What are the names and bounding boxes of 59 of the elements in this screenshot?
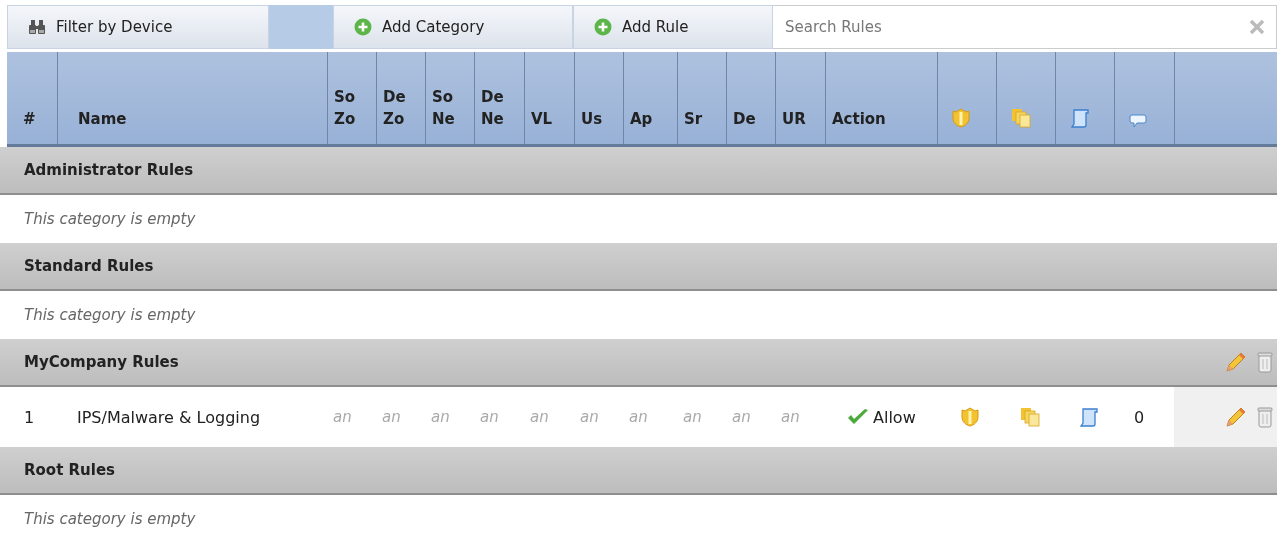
table-cell-text: an: [780, 408, 801, 426]
filter-button[interactable]: Filter by Device: [7, 5, 269, 49]
document-icon: [1070, 108, 1090, 128]
column-header[interactable]: De: [726, 52, 775, 144]
column-header[interactable]: VL: [524, 52, 574, 144]
document-icon: [1079, 407, 1099, 427]
trash-icon[interactable]: [1257, 351, 1273, 373]
table-cell-text: an: [579, 408, 600, 426]
table-cell-text: an: [731, 408, 752, 426]
copy-icon: [1020, 407, 1040, 427]
binoculars-icon: [28, 19, 46, 35]
category-row[interactable]: Root Rules: [0, 447, 1277, 495]
pencil-icon[interactable]: [1225, 406, 1247, 428]
toolbar-spacer: [269, 5, 333, 49]
category-row[interactable]: Administrator Rules: [0, 147, 1277, 195]
table-cell-text: an: [628, 408, 649, 426]
table-cell-text: an: [332, 408, 353, 426]
comment-count: 0: [1133, 407, 1146, 427]
table-cell-text: IPS/Malware & Logging: [76, 407, 262, 427]
add-category-button[interactable]: Add Category: [333, 5, 573, 49]
column-header[interactable]: Action: [825, 52, 937, 144]
column-header[interactable]: Ap: [623, 52, 677, 144]
speech-bubble-icon: [1129, 114, 1147, 128]
column-header[interactable]: Us: [574, 52, 623, 144]
category-title: MyCompany Rules: [23, 353, 179, 371]
table-cell-text: an: [430, 408, 451, 426]
column-header[interactable]: Name: [57, 52, 327, 144]
pencil-icon[interactable]: [1225, 351, 1247, 373]
column-header[interactable]: De Ne: [474, 52, 524, 144]
copy-icon: [1011, 108, 1031, 128]
category-row[interactable]: MyCompany Rules: [0, 339, 1277, 387]
category-title: Standard Rules: [23, 257, 154, 275]
add-rule-button[interactable]: Add Rule: [573, 5, 773, 49]
column-header[interactable]: So Ne: [425, 52, 474, 144]
table-cell-text: an: [682, 408, 703, 426]
table-cell-text: 1: [23, 407, 36, 427]
column-header[interactable]: De Zo: [376, 52, 425, 144]
column-header[interactable]: UR: [775, 52, 825, 144]
column-header[interactable]: #: [7, 52, 57, 144]
empty-note: This category is empty: [23, 306, 196, 324]
close-icon[interactable]: [1249, 19, 1265, 35]
shield-icon: [952, 108, 970, 128]
shield-icon: [961, 407, 979, 427]
plus-circle-icon: [354, 18, 372, 36]
column-header[interactable]: Sr: [677, 52, 726, 144]
column-header[interactable]: So Zo: [327, 52, 376, 144]
table-cell-text: an: [529, 408, 550, 426]
check-icon: [847, 408, 869, 426]
category-title: Administrator Rules: [23, 161, 194, 179]
category-row[interactable]: Standard Rules: [0, 243, 1277, 291]
action-label: Allow: [873, 407, 916, 427]
plus-circle-icon: [594, 18, 612, 36]
empty-note: This category is empty: [23, 510, 196, 528]
table-cell-text: an: [381, 408, 402, 426]
empty-note: This category is empty: [23, 210, 196, 228]
table-cell-text: an: [479, 408, 500, 426]
trash-icon[interactable]: [1257, 406, 1273, 428]
category-title: Root Rules: [23, 461, 116, 479]
search-field[interactable]: Search Rules: [773, 5, 1277, 49]
